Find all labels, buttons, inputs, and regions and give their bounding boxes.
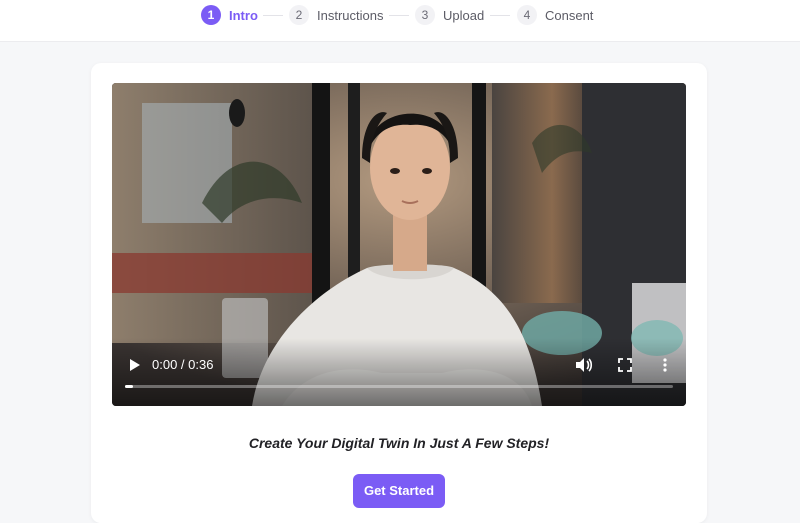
step-instructions[interactable]: 2 Instructions	[289, 5, 383, 25]
step-connector	[263, 15, 283, 16]
step-intro[interactable]: 1 Intro	[201, 5, 258, 25]
video-progress-bar[interactable]	[125, 385, 673, 388]
step-label: Consent	[545, 7, 594, 23]
step-connector	[490, 15, 510, 16]
video-progress-fill	[125, 385, 133, 388]
intro-tagline: Create Your Digital Twin In Just A Few S…	[248, 435, 550, 451]
video-controls	[112, 338, 686, 406]
step-number: 3	[415, 5, 435, 25]
step-number: 2	[289, 5, 309, 25]
step-label: Upload	[443, 7, 485, 23]
play-icon[interactable]	[126, 357, 142, 373]
video-time-display: 0:00 / 0:36	[152, 357, 214, 372]
progress-stepper: 1 Intro 2 Instructions 3 Upload 4 Consen…	[0, 0, 800, 42]
step-number: 1	[201, 5, 221, 25]
fullscreen-icon[interactable]	[618, 358, 632, 372]
step-label: Instructions	[317, 7, 384, 23]
step-label: Intro	[229, 7, 258, 23]
more-options-icon[interactable]	[658, 357, 672, 373]
get-started-button[interactable]: Get Started	[353, 474, 445, 508]
volume-icon[interactable]	[575, 357, 593, 373]
step-upload[interactable]: 3 Upload	[415, 5, 484, 25]
step-number: 4	[517, 5, 537, 25]
step-consent[interactable]: 4 Consent	[517, 5, 593, 25]
get-started-label: Get Started	[363, 482, 435, 498]
step-connector	[389, 15, 409, 16]
intro-video-player[interactable]: 0:00 / 0:36	[112, 83, 686, 406]
